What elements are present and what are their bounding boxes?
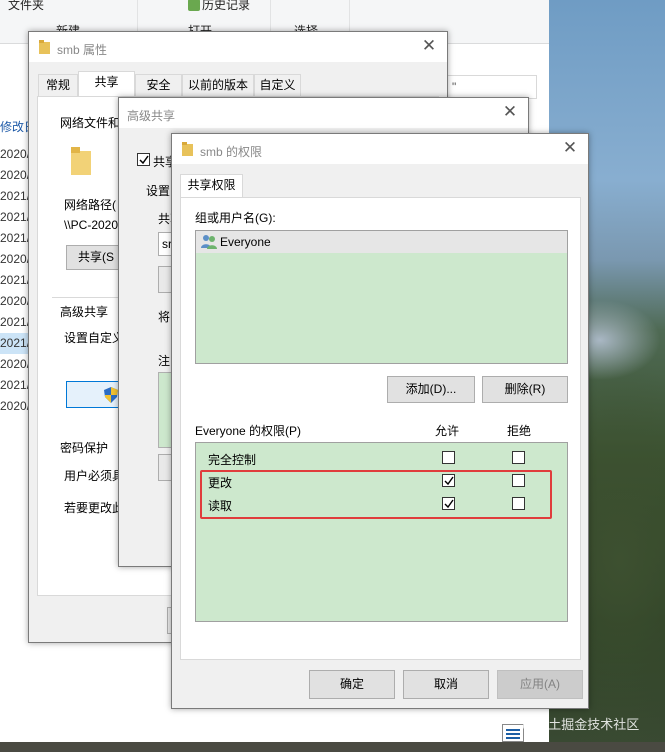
history-icon: [188, 0, 200, 11]
advanced-sharing-desc: 设置自定义: [64, 331, 125, 345]
advanced-sharing-button[interactable]: [66, 381, 126, 408]
permissions-button[interactable]: [158, 454, 172, 481]
permissions-list: 完全控制 更改 读取: [195, 442, 568, 622]
properties-title: smb 属性: [57, 43, 108, 57]
perm-row-full-control: 完全控制: [208, 453, 257, 467]
search-box[interactable]: ": [447, 75, 537, 99]
advanced-section-label: 高级共享: [60, 305, 109, 319]
apply-button[interactable]: 应用(A): [497, 670, 583, 699]
properties-titlebar: smb 属性 ✕: [29, 32, 447, 62]
close-icon[interactable]: ✕: [562, 139, 578, 156]
limit-users-label: 将: [158, 310, 171, 324]
date-cell[interactable]: 2021/: [0, 312, 30, 333]
ok-button[interactable]: 确定: [309, 670, 395, 699]
list-item[interactable]: Everyone: [196, 231, 567, 253]
permissions-for-label: Everyone 的权限(P): [195, 424, 302, 438]
tab-general[interactable]: 常规: [38, 74, 78, 96]
close-icon[interactable]: ✕: [502, 103, 518, 120]
remove-button[interactable]: 删除(R): [482, 376, 568, 403]
history-button[interactable]: 历史记录: [188, 0, 250, 13]
password-desc-2: 若要更改此: [64, 501, 125, 515]
allow-column-header: 允许: [435, 424, 460, 438]
tab-sharing[interactable]: 共享: [78, 71, 135, 96]
file-tab[interactable]: 文件夹: [8, 0, 44, 13]
annotation-highlight-box: [200, 470, 552, 519]
tab-security[interactable]: 安全: [135, 74, 182, 96]
cancel-button[interactable]: 取消: [403, 670, 489, 699]
deny-column-header: 拒绝: [507, 424, 532, 438]
comment-field[interactable]: [158, 372, 172, 448]
add-share-button[interactable]: [158, 266, 172, 293]
network-path-label: 网络路径(: [64, 198, 116, 212]
tab-previous-versions[interactable]: 以前的版本: [182, 74, 254, 96]
taskbar-edge: [0, 742, 665, 752]
comment-label: 注: [158, 354, 171, 368]
users-group-icon: [201, 235, 217, 249]
tab-customize[interactable]: 自定义: [254, 74, 301, 96]
folder-icon: [71, 147, 91, 175]
full-control-deny-checkbox[interactable]: [512, 451, 525, 464]
password-desc-1: 用户必须具: [64, 469, 125, 483]
password-section-label: 密码保护: [60, 441, 109, 455]
date-cell[interactable]: 2020/: [0, 249, 30, 270]
date-cell[interactable]: 2021/: [0, 333, 30, 354]
watermark: @稀土掘金技术社区: [522, 717, 640, 732]
folder-icon: [182, 142, 193, 156]
shield-icon: [104, 387, 118, 403]
date-cell[interactable]: 2021/: [0, 207, 30, 228]
share-folder-checkbox[interactable]: [137, 153, 150, 166]
date-cell[interactable]: 2020/: [0, 354, 30, 375]
share-button[interactable]: 共享(S: [66, 245, 126, 270]
permissions-dialog: smb 的权限 ✕ 共享权限 组或用户名(G): Everyone 添加(D).…: [171, 133, 589, 709]
date-cell[interactable]: 2020/: [0, 165, 30, 186]
date-cell[interactable]: 2020/: [0, 291, 30, 312]
user-name: Everyone: [220, 235, 271, 249]
permissions-titlebar: smb 的权限 ✕: [172, 134, 588, 164]
settings-label: 设置: [146, 184, 171, 198]
tab-share-permissions[interactable]: 共享权限: [180, 174, 243, 198]
group-users-label: 组或用户名(G):: [195, 211, 276, 225]
advanced-title: 高级共享: [127, 109, 176, 123]
folder-icon: [39, 40, 50, 54]
date-cell[interactable]: 2021/: [0, 270, 30, 291]
date-cell[interactable]: 2020/: [0, 396, 30, 417]
date-cell[interactable]: 2021/: [0, 228, 30, 249]
close-icon[interactable]: ✕: [421, 37, 437, 54]
full-control-allow-checkbox[interactable]: [442, 451, 455, 464]
share-permissions-panel: 组或用户名(G): Everyone 添加(D)... 删除(R) Everyo…: [180, 197, 581, 660]
permissions-title: smb 的权限: [200, 145, 263, 159]
add-button[interactable]: 添加(D)...: [387, 376, 475, 403]
share-name-field[interactable]: sr: [158, 232, 172, 256]
advanced-titlebar: 高级共享 ✕: [119, 98, 528, 128]
date-cell[interactable]: 2021/: [0, 186, 30, 207]
history-label: 历史记录: [202, 0, 251, 12]
date-cell[interactable]: 2020/: [0, 144, 30, 165]
network-path-value: \\PC-2020: [64, 218, 119, 232]
users-list[interactable]: Everyone: [195, 230, 568, 364]
details-view-icon[interactable]: [502, 724, 524, 742]
checkmark-icon: [139, 155, 149, 165]
date-cell[interactable]: 2021/: [0, 375, 30, 396]
network-section-label: 网络文件和: [60, 116, 121, 130]
